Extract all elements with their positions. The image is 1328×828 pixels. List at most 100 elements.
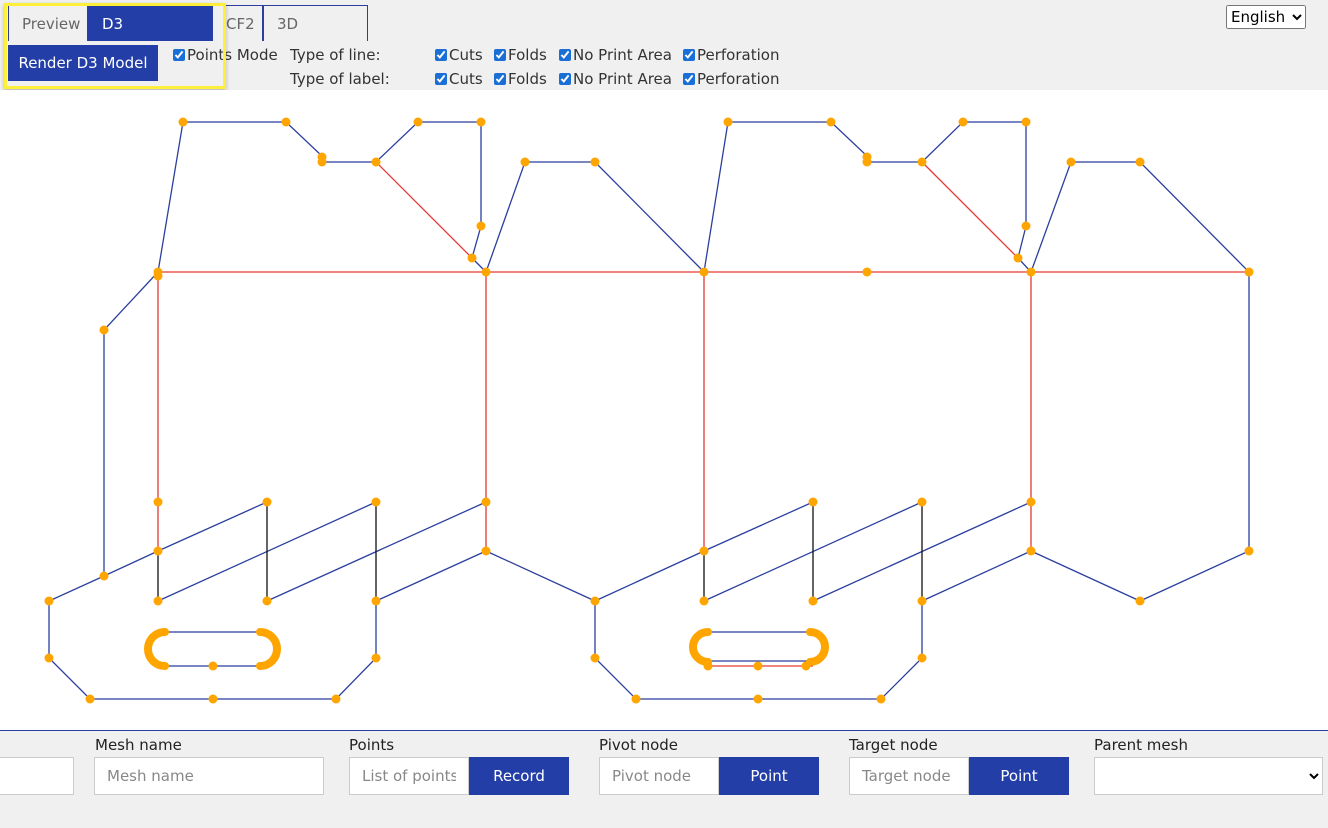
node-point[interactable] [153,546,163,556]
node-point[interactable] [590,653,600,663]
node-point[interactable] [153,271,163,281]
node-point[interactable] [1135,596,1145,606]
node-point[interactable] [153,497,163,507]
pivot-point-button[interactable]: Point [719,757,819,795]
node-point[interactable] [1026,546,1036,556]
node-point[interactable] [1066,157,1076,167]
points-mode-checkbox[interactable]: Points Mode [173,46,278,64]
line-cuts-checkbox[interactable]: Cuts [435,46,483,64]
line-perforation-checkbox[interactable]: Perforation [683,46,779,64]
node-point[interactable] [801,661,811,671]
node-point[interactable] [481,546,491,556]
tab-preview[interactable]: Preview [8,5,88,41]
node-point[interactable] [590,596,600,606]
label-no-print-area-checkbox-input[interactable] [559,73,571,85]
label-no-print-area-checkbox[interactable]: No Print Area [559,70,672,88]
node-point[interactable] [99,325,109,335]
node-point[interactable] [703,661,713,671]
node-point[interactable] [99,571,109,581]
node-point[interactable] [262,497,272,507]
tab-cf2[interactable]: CF2 [212,5,263,41]
node-point[interactable] [317,157,327,167]
node-point[interactable] [371,497,381,507]
node-point[interactable] [44,653,54,663]
node-point[interactable] [281,117,291,127]
node-point[interactable] [1244,546,1254,556]
node-point[interactable] [371,596,381,606]
node-point[interactable] [85,694,95,704]
node-point[interactable] [1026,267,1036,277]
node-point[interactable] [917,497,927,507]
points-mode-checkbox-input[interactable] [173,49,185,61]
node-point[interactable] [699,596,709,606]
language-select[interactable]: English [1226,5,1306,29]
node-point[interactable] [153,596,163,606]
node-point[interactable] [917,157,927,167]
label-perforation-checkbox[interactable]: Perforation [683,70,779,88]
node-point[interactable] [476,117,486,127]
label-folds-checkbox[interactable]: Folds [494,70,547,88]
parent-mesh-select[interactable] [1094,757,1323,795]
node-point[interactable] [44,596,54,606]
node-point[interactable] [862,157,872,167]
node-point[interactable] [331,694,341,704]
render-canvas[interactable] [0,90,1328,731]
node-point[interactable] [753,661,763,671]
line-folds-checkbox[interactable]: Folds [494,46,547,64]
node-point[interactable] [631,694,641,704]
tab-d3-rendering[interactable]: D3 Rendering [88,5,212,69]
pivot-node-input[interactable] [599,757,719,795]
line-perforation-checkbox-input[interactable] [683,49,695,61]
node-point[interactable] [371,653,381,663]
cut-line [703,501,814,552]
node-point[interactable] [826,117,836,127]
type-of-label-label: Type of label: [290,70,390,88]
line-folds-checkbox-input[interactable] [494,49,506,61]
label-folds-checkbox-input[interactable] [494,73,506,85]
node-point[interactable] [876,694,886,704]
node-point[interactable] [481,267,491,277]
node-point[interactable] [208,694,218,704]
target-node-input[interactable] [849,757,969,795]
node-point[interactable] [1021,221,1031,231]
mesh-id-input[interactable] [0,757,74,795]
label-cuts-checkbox-input[interactable] [435,73,447,85]
label-perforation-checkbox-input[interactable] [683,73,695,85]
node-point[interactable] [208,661,218,671]
node-point[interactable] [699,546,709,556]
node-point[interactable] [1026,497,1036,507]
node-point[interactable] [467,253,477,263]
node-point[interactable] [481,497,491,507]
line-no-print-area-checkbox-input[interactable] [559,49,571,61]
node-point[interactable] [723,117,733,127]
node-point[interactable] [413,117,423,127]
points-input[interactable] [349,757,469,795]
node-point[interactable] [753,694,763,704]
node-point[interactable] [862,267,872,277]
node-point[interactable] [590,157,600,167]
target-point-button[interactable]: Point [969,757,1069,795]
line-cuts-checkbox-input[interactable] [435,49,447,61]
node-point[interactable] [1135,157,1145,167]
node-point[interactable] [917,596,927,606]
node-point[interactable] [178,117,188,127]
node-point[interactable] [262,596,272,606]
node-point[interactable] [808,596,818,606]
mesh-name-input[interactable] [94,757,324,795]
line-no-print-area-checkbox[interactable]: No Print Area [559,46,672,64]
label-cuts-checkbox[interactable]: Cuts [435,70,483,88]
node-point[interactable] [958,117,968,127]
render-d3-model-button[interactable]: Render D3 Model [8,45,158,81]
node-point[interactable] [1021,117,1031,127]
node-point[interactable] [520,157,530,167]
node-point[interactable] [808,497,818,507]
node-point[interactable] [699,267,709,277]
node-point[interactable] [917,653,927,663]
node-point[interactable] [476,221,486,231]
node-point[interactable] [1013,253,1023,263]
node-point[interactable] [371,157,381,167]
tab-3d-preview[interactable]: 3D Preview [263,5,368,69]
dieline-drawing[interactable] [0,90,1328,730]
node-point[interactable] [1244,267,1254,277]
record-button[interactable]: Record [469,757,569,795]
